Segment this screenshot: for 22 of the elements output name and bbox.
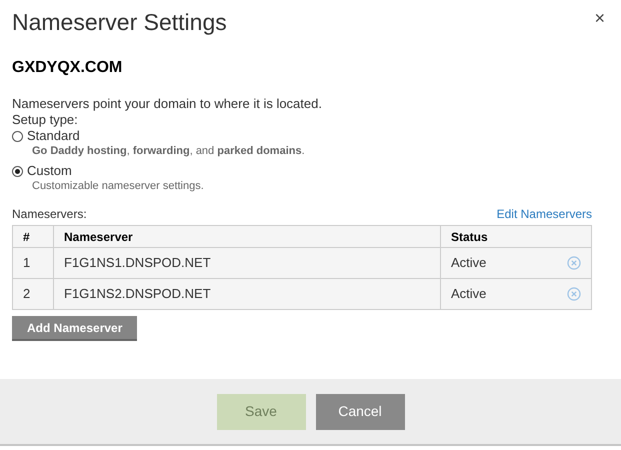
setup-type-label: Setup type: xyxy=(12,112,79,128)
domain-name: GXDYQX.COM xyxy=(12,58,124,78)
table-cell: 2 xyxy=(12,278,54,310)
option-description: Customizable nameserver settings. xyxy=(32,179,205,193)
radio-option[interactable]: Custom xyxy=(12,163,72,179)
column-header: Status xyxy=(440,226,592,248)
option-description: Go Daddy hosting, forwarding, and parked domains. xyxy=(32,144,306,158)
table-cell: F1G1NS2.DNSPOD.NET xyxy=(54,278,440,310)
close-button[interactable]: × xyxy=(594,8,605,28)
remove-icon[interactable] xyxy=(567,256,581,270)
intro-text: Nameservers point your domain to where it is located. xyxy=(12,96,323,112)
edit-nameservers-link[interactable]: Edit Nameservers xyxy=(496,205,592,223)
remove-icon[interactable] xyxy=(567,287,581,301)
status-text: Active xyxy=(451,285,486,304)
radio-option[interactable]: Standard xyxy=(12,128,80,144)
nameservers-label: Nameservers: xyxy=(12,206,87,223)
cancel-button[interactable]: Cancel xyxy=(316,394,404,430)
dialog-title: Nameserver Settings xyxy=(12,8,227,36)
column-header: # xyxy=(12,226,54,248)
column-header: Nameserver xyxy=(54,226,440,248)
status-text: Active xyxy=(451,254,486,272)
add-nameserver-button[interactable]: Add Nameserver xyxy=(12,316,138,341)
